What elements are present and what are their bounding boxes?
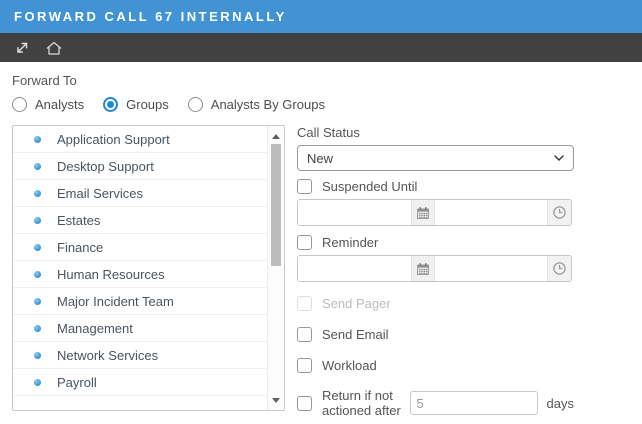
suspended-until-row: Suspended Until	[297, 179, 574, 194]
groups-listbox: Application Support Desktop Support Email …	[12, 125, 285, 411]
list-item[interactable]: Finance	[13, 234, 267, 261]
bullet-icon	[34, 244, 41, 251]
send-pager-label: Send Pager	[322, 296, 391, 311]
days-label: days	[547, 396, 574, 411]
list-item[interactable]: Major Incident Team	[13, 288, 267, 315]
list-item-label: Desktop Support	[57, 159, 154, 174]
reminder-label: Reminder	[322, 235, 378, 250]
options-panel: Call Status New Suspended Until	[297, 125, 574, 418]
list-item-label: Email Services	[57, 186, 143, 201]
list-item[interactable]: Estates	[13, 207, 267, 234]
send-email-label: Send Email	[322, 327, 388, 342]
suspended-until-label: Suspended Until	[322, 179, 417, 194]
radio-icon[interactable]	[103, 97, 118, 112]
reminder-date-input[interactable]	[298, 256, 411, 281]
radio-label: Analysts	[35, 97, 84, 112]
bullet-icon	[34, 352, 41, 359]
bullet-icon	[34, 325, 41, 332]
list-item[interactable]: Email Services	[13, 180, 267, 207]
list-item-label: Management	[57, 321, 133, 336]
bullet-icon	[34, 136, 41, 143]
list-item[interactable]: Human Resources	[13, 261, 267, 288]
send-email-row: Send Email	[297, 327, 574, 342]
calendar-icon[interactable]	[411, 256, 435, 281]
list-item[interactable]: Network Services	[13, 342, 267, 369]
suspended-date-input[interactable]	[298, 200, 411, 225]
list-item[interactable]: Payroll	[13, 369, 267, 396]
list-item-label: Estates	[57, 213, 100, 228]
scrollbar-thumb[interactable]	[271, 144, 281, 266]
list-item-label: Payroll	[57, 375, 97, 390]
suspended-until-checkbox[interactable]	[297, 179, 312, 194]
send-pager-checkbox	[297, 296, 312, 311]
reminder-checkbox[interactable]	[297, 235, 312, 250]
toolbar	[0, 33, 642, 62]
bullet-icon	[34, 271, 41, 278]
calendar-icon[interactable]	[411, 200, 435, 225]
workload-label: Workload	[322, 358, 377, 373]
workload-checkbox[interactable]	[297, 358, 312, 373]
suspended-time-input[interactable]	[435, 200, 547, 225]
scrollbar[interactable]	[267, 126, 284, 410]
bullet-icon	[34, 217, 41, 224]
bullet-icon	[34, 163, 41, 170]
forward-to-options: Analysts Groups Analysts By Groups	[12, 97, 642, 112]
radio-option-analysts-by-groups[interactable]: Analysts By Groups	[188, 97, 325, 112]
collapse-icon[interactable]	[12, 38, 32, 58]
radio-icon[interactable]	[12, 97, 27, 112]
clock-icon[interactable]	[547, 256, 571, 281]
window-title: FORWARD CALL 67 INTERNALLY	[0, 0, 642, 33]
reminder-datetime	[297, 255, 572, 282]
suspended-datetime	[297, 199, 572, 226]
radio-option-groups[interactable]: Groups	[103, 97, 169, 112]
return-row: Return if not actioned after days	[297, 388, 574, 418]
radio-label: Groups	[126, 97, 169, 112]
reminder-time-input[interactable]	[435, 256, 547, 281]
bullet-icon	[34, 190, 41, 197]
list-item-label: Human Resources	[57, 267, 165, 282]
forward-to-label: Forward To	[12, 73, 642, 88]
reminder-row: Reminder	[297, 235, 574, 250]
groups-list: Application Support Desktop Support Email …	[13, 126, 267, 396]
list-item[interactable]: Application Support	[13, 126, 267, 153]
list-item-label: Application Support	[57, 132, 170, 147]
forward-call-panel: Forward To Analysts Groups Analysts By Gro…	[0, 73, 642, 418]
workload-row: Workload	[297, 358, 574, 373]
send-pager-row: Send Pager	[297, 296, 574, 311]
return-label: Return if not actioned after	[322, 388, 403, 418]
send-email-checkbox[interactable]	[297, 327, 312, 342]
list-item-label: Major Incident Team	[57, 294, 174, 309]
clock-icon[interactable]	[547, 200, 571, 225]
bullet-icon	[34, 298, 41, 305]
call-status-value: New	[307, 151, 333, 166]
call-status-label: Call Status	[297, 125, 574, 140]
return-checkbox[interactable]	[297, 396, 312, 411]
bullet-icon	[34, 379, 41, 386]
list-item-label: Finance	[57, 240, 103, 255]
radio-icon[interactable]	[188, 97, 203, 112]
home-icon[interactable]	[44, 38, 64, 58]
radio-option-analysts[interactable]: Analysts	[12, 97, 84, 112]
return-days-input[interactable]	[410, 391, 538, 415]
scroll-up-icon[interactable]	[268, 128, 284, 144]
scroll-down-icon[interactable]	[268, 392, 284, 408]
list-item[interactable]: Management	[13, 315, 267, 342]
chevron-down-icon	[554, 155, 564, 161]
call-status-select[interactable]: New	[297, 145, 574, 171]
list-item-label: Network Services	[57, 348, 158, 363]
list-item[interactable]: Desktop Support	[13, 153, 267, 180]
radio-label: Analysts By Groups	[211, 97, 325, 112]
